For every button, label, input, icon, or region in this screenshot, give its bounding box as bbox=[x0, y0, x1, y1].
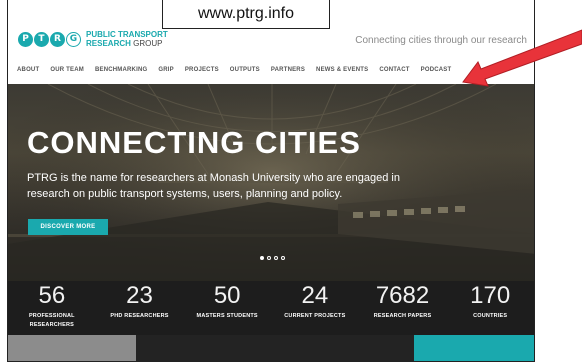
red-arrow-annotation bbox=[462, 29, 582, 87]
